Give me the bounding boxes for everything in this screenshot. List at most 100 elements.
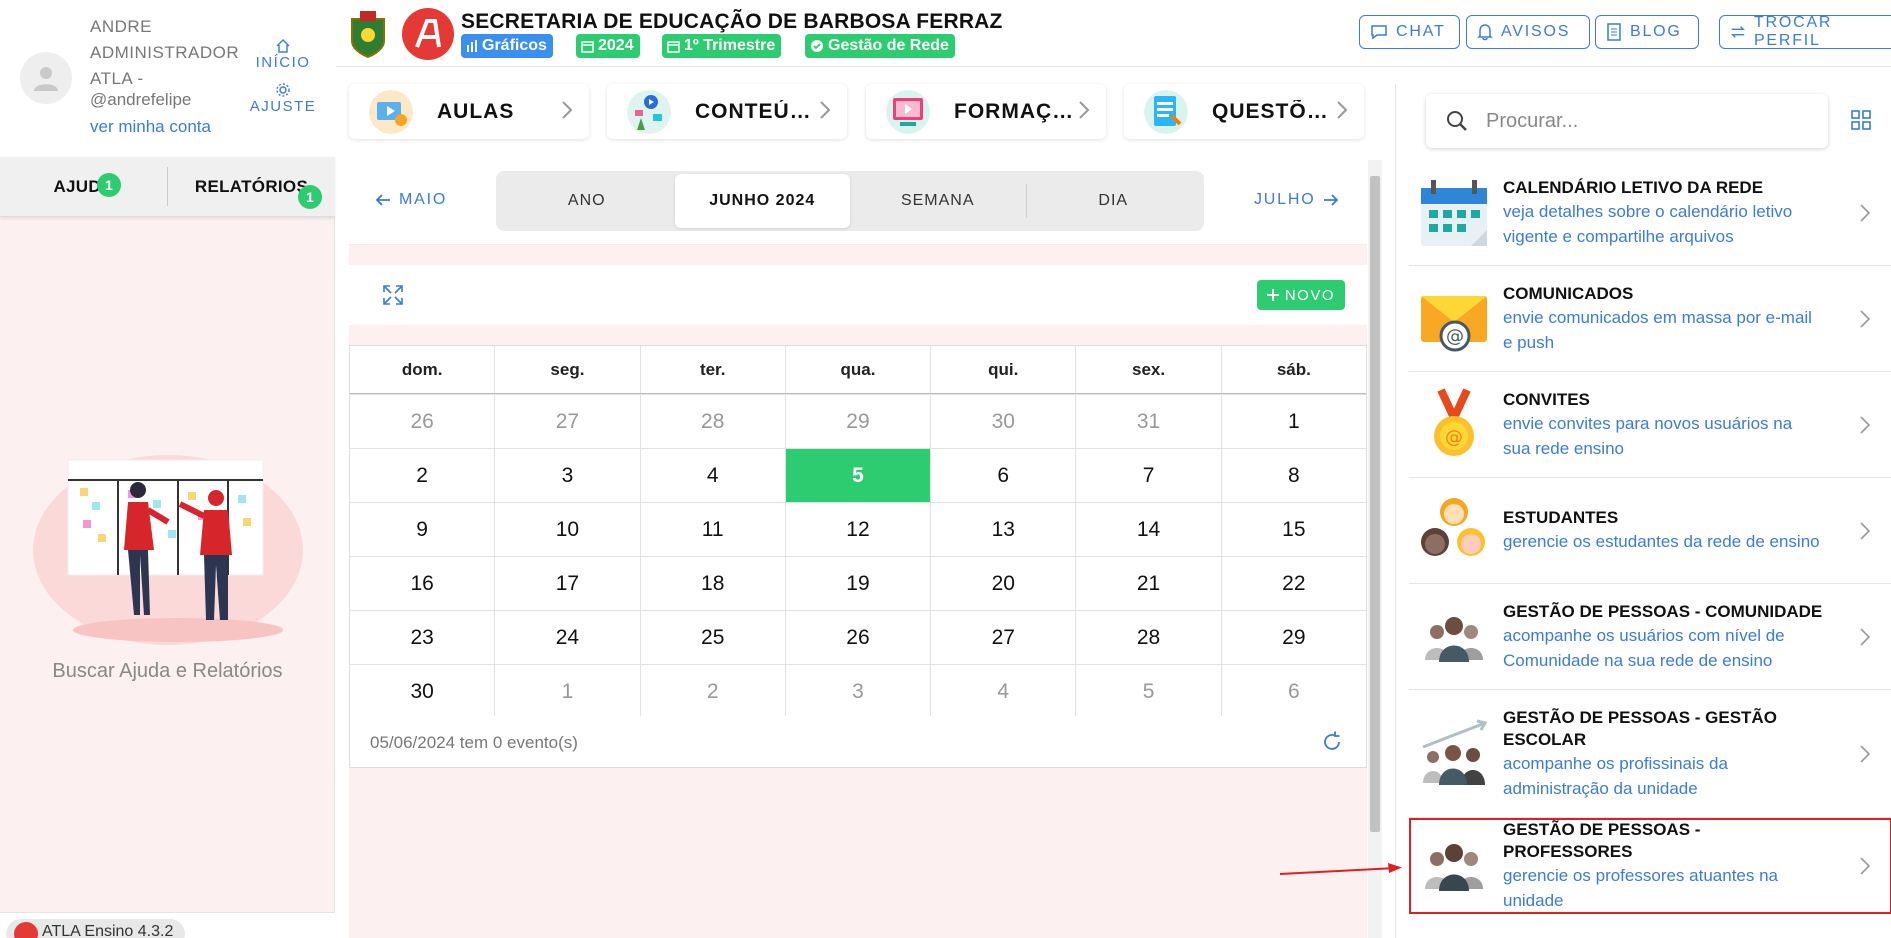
list-item-comunicados[interactable]: @ COMUNICADOS envie comunicados em massa… — [1409, 266, 1891, 372]
switch-profile-button[interactable]: TROCAR PERFIL — [1719, 14, 1891, 49]
search-input[interactable] — [1486, 109, 1786, 133]
calendar-day[interactable]: 12 — [784, 503, 930, 556]
notices-label: AVISOS — [1501, 23, 1571, 40]
avatar[interactable] — [20, 52, 72, 104]
calendar-day[interactable]: 30 — [350, 665, 494, 718]
list-item-text: CALENDÁRIO LETIVO DA REDE veja detalhes … — [1503, 177, 1823, 249]
calendar-day[interactable]: 5 — [1075, 665, 1220, 718]
year-chip[interactable]: 2024 — [576, 34, 640, 58]
grid-view-icon[interactable] — [1851, 110, 1871, 130]
category-card-conteudos[interactable]: CONTEÚDOS — [607, 84, 847, 139]
calendar-day[interactable]: 14 — [1075, 503, 1220, 556]
calendar-day[interactable]: 4 — [639, 449, 785, 502]
list-item-professores[interactable]: GESTÃO DE PESSOAS - PROFESSORES gerencie… — [1409, 818, 1891, 914]
calendar-day[interactable]: 11 — [639, 503, 785, 556]
my-account-link[interactable]: ver minha conta — [90, 117, 211, 137]
list-item-text: COMUNICADOS envie comunicados em massa p… — [1503, 283, 1823, 355]
network-management-chip[interactable]: Gestão de Rede — [805, 34, 955, 58]
calendar-day[interactable]: 1 — [494, 665, 639, 718]
expand-icon[interactable] — [381, 283, 405, 307]
calendar-day[interactable]: 17 — [494, 557, 639, 610]
calendar-day[interactable]: 6 — [1220, 665, 1366, 718]
view-day[interactable]: DIA — [1025, 174, 1202, 228]
refresh-icon[interactable] — [1320, 730, 1344, 754]
calendar-day-today[interactable]: 5 — [784, 449, 931, 502]
calendar-day[interactable]: 8 — [1220, 449, 1366, 502]
calendar-day[interactable]: 29 — [1220, 611, 1366, 664]
view-week[interactable]: SEMANA — [850, 174, 1026, 228]
check-circle-icon — [811, 40, 823, 52]
calendar-scrollbar[interactable] — [1368, 160, 1382, 938]
calendar-day[interactable]: 19 — [784, 557, 930, 610]
view-year[interactable]: ANO — [499, 174, 675, 228]
category-card-aulas[interactable]: AULAS — [349, 84, 589, 139]
calendar-day[interactable]: 21 — [1075, 557, 1220, 610]
calendar-day[interactable]: 10 — [494, 503, 639, 556]
calendar-day[interactable]: 28 — [639, 395, 785, 448]
list-item-gestao-escolar[interactable]: GESTÃO DE PESSOAS - GESTÃO ESCOLAR acomp… — [1409, 690, 1891, 818]
calendar-day[interactable]: 13 — [930, 503, 1075, 556]
calendar-day[interactable]: 26 — [350, 395, 494, 448]
calendar-day[interactable]: 16 — [350, 557, 494, 610]
network-management-chip-label: Gestão de Rede — [828, 37, 949, 54]
chevron-right-icon — [1860, 309, 1870, 328]
category-card-formacoes[interactable]: FORMAÇÕES — [866, 84, 1106, 139]
calendar-day[interactable]: 27 — [494, 395, 639, 448]
calendar-day[interactable]: 1 — [1220, 395, 1366, 448]
calendar-day[interactable]: 6 — [930, 449, 1075, 502]
new-event-button[interactable]: NOVO — [1256, 280, 1345, 310]
category-card-questoes[interactable]: QUESTÕES — [1124, 84, 1364, 139]
list-item-estudantes[interactable]: ESTUDANTES gerencie os estudantes da red… — [1409, 478, 1891, 584]
chat-icon — [1371, 25, 1387, 40]
next-month-button[interactable]: JULHO — [1254, 191, 1339, 209]
calendar-day[interactable]: 29 — [784, 395, 930, 448]
list-item-comunidade[interactable]: GESTÃO DE PESSOAS - COMUNIDADE acompanhe… — [1409, 584, 1891, 690]
calendar-day[interactable]: 24 — [494, 611, 639, 664]
term-chip[interactable]: 1º Trimestre — [662, 34, 782, 58]
version-text: ATLA Ensino 4.3.2 — [42, 923, 174, 938]
blog-button[interactable]: BLOG — [1595, 15, 1699, 49]
view-month[interactable]: JUNHO 2024 — [674, 174, 850, 228]
switch-arrows-icon — [1731, 26, 1745, 38]
teachers-icon — [1425, 843, 1483, 891]
scrollbar-thumb[interactable] — [1370, 176, 1380, 832]
calendar-day[interactable]: 4 — [930, 665, 1075, 718]
calendar-day[interactable]: 27 — [930, 611, 1075, 664]
calendar-day[interactable]: 15 — [1220, 503, 1366, 556]
tab-ajuda[interactable]: AJUDA 1 — [0, 157, 167, 216]
calendar-day[interactable]: 22 — [1220, 557, 1366, 610]
calendar-day[interactable]: 26 — [784, 611, 930, 664]
home-link[interactable]: INÍCIO — [248, 38, 318, 71]
calendar-day[interactable]: 3 — [784, 665, 930, 718]
calendar-day[interactable]: 23 — [350, 611, 494, 664]
atla-logo-icon[interactable] — [402, 8, 454, 60]
list-item-convites[interactable]: @ CONVITES envie convites para novos usu… — [1409, 372, 1891, 478]
calendar-day[interactable]: 28 — [1075, 611, 1220, 664]
calendar-day[interactable]: 2 — [350, 449, 494, 502]
home-icon — [248, 38, 318, 54]
calendar-day[interactable]: 31 — [1075, 395, 1220, 448]
calendar-day[interactable]: 2 — [639, 665, 785, 718]
version-badge[interactable]: ATLA Ensino 4.3.2 — [6, 919, 186, 938]
calendar-day[interactable]: 25 — [639, 611, 785, 664]
user-name: ANDRE ADMINISTRADOR ATLA - — [90, 17, 240, 88]
notices-button[interactable]: AVISOS — [1466, 15, 1590, 49]
calendar-day[interactable]: 20 — [930, 557, 1075, 610]
calendar-week: 23 24 25 26 27 28 29 — [350, 610, 1366, 664]
calendar-day[interactable]: 18 — [639, 557, 785, 610]
list-item-calendar[interactable]: CALENDÁRIO LETIVO DA REDE veja detalhes … — [1409, 160, 1891, 266]
charts-chip[interactable]: Gráficos — [461, 34, 553, 58]
previous-month-button[interactable]: MAIO — [375, 191, 447, 209]
tab-relatorios[interactable]: RELATÓRIOS 1 — [167, 167, 335, 209]
municipal-crest-icon — [351, 11, 385, 59]
chat-button[interactable]: CHAT — [1359, 15, 1460, 49]
calendar-day[interactable]: 3 — [494, 449, 639, 502]
calendar-day[interactable]: 9 — [350, 503, 494, 556]
list-item-title: ESTUDANTES — [1503, 508, 1619, 527]
document-icon — [1607, 23, 1621, 41]
events-summary: 05/06/2024 tem 0 evento(s) — [370, 733, 578, 752]
term-chip-label: 1º Trimestre — [684, 37, 776, 54]
calendar-day[interactable]: 30 — [930, 395, 1075, 448]
settings-link[interactable]: AJUSTE — [248, 82, 318, 115]
calendar-day[interactable]: 7 — [1075, 449, 1220, 502]
